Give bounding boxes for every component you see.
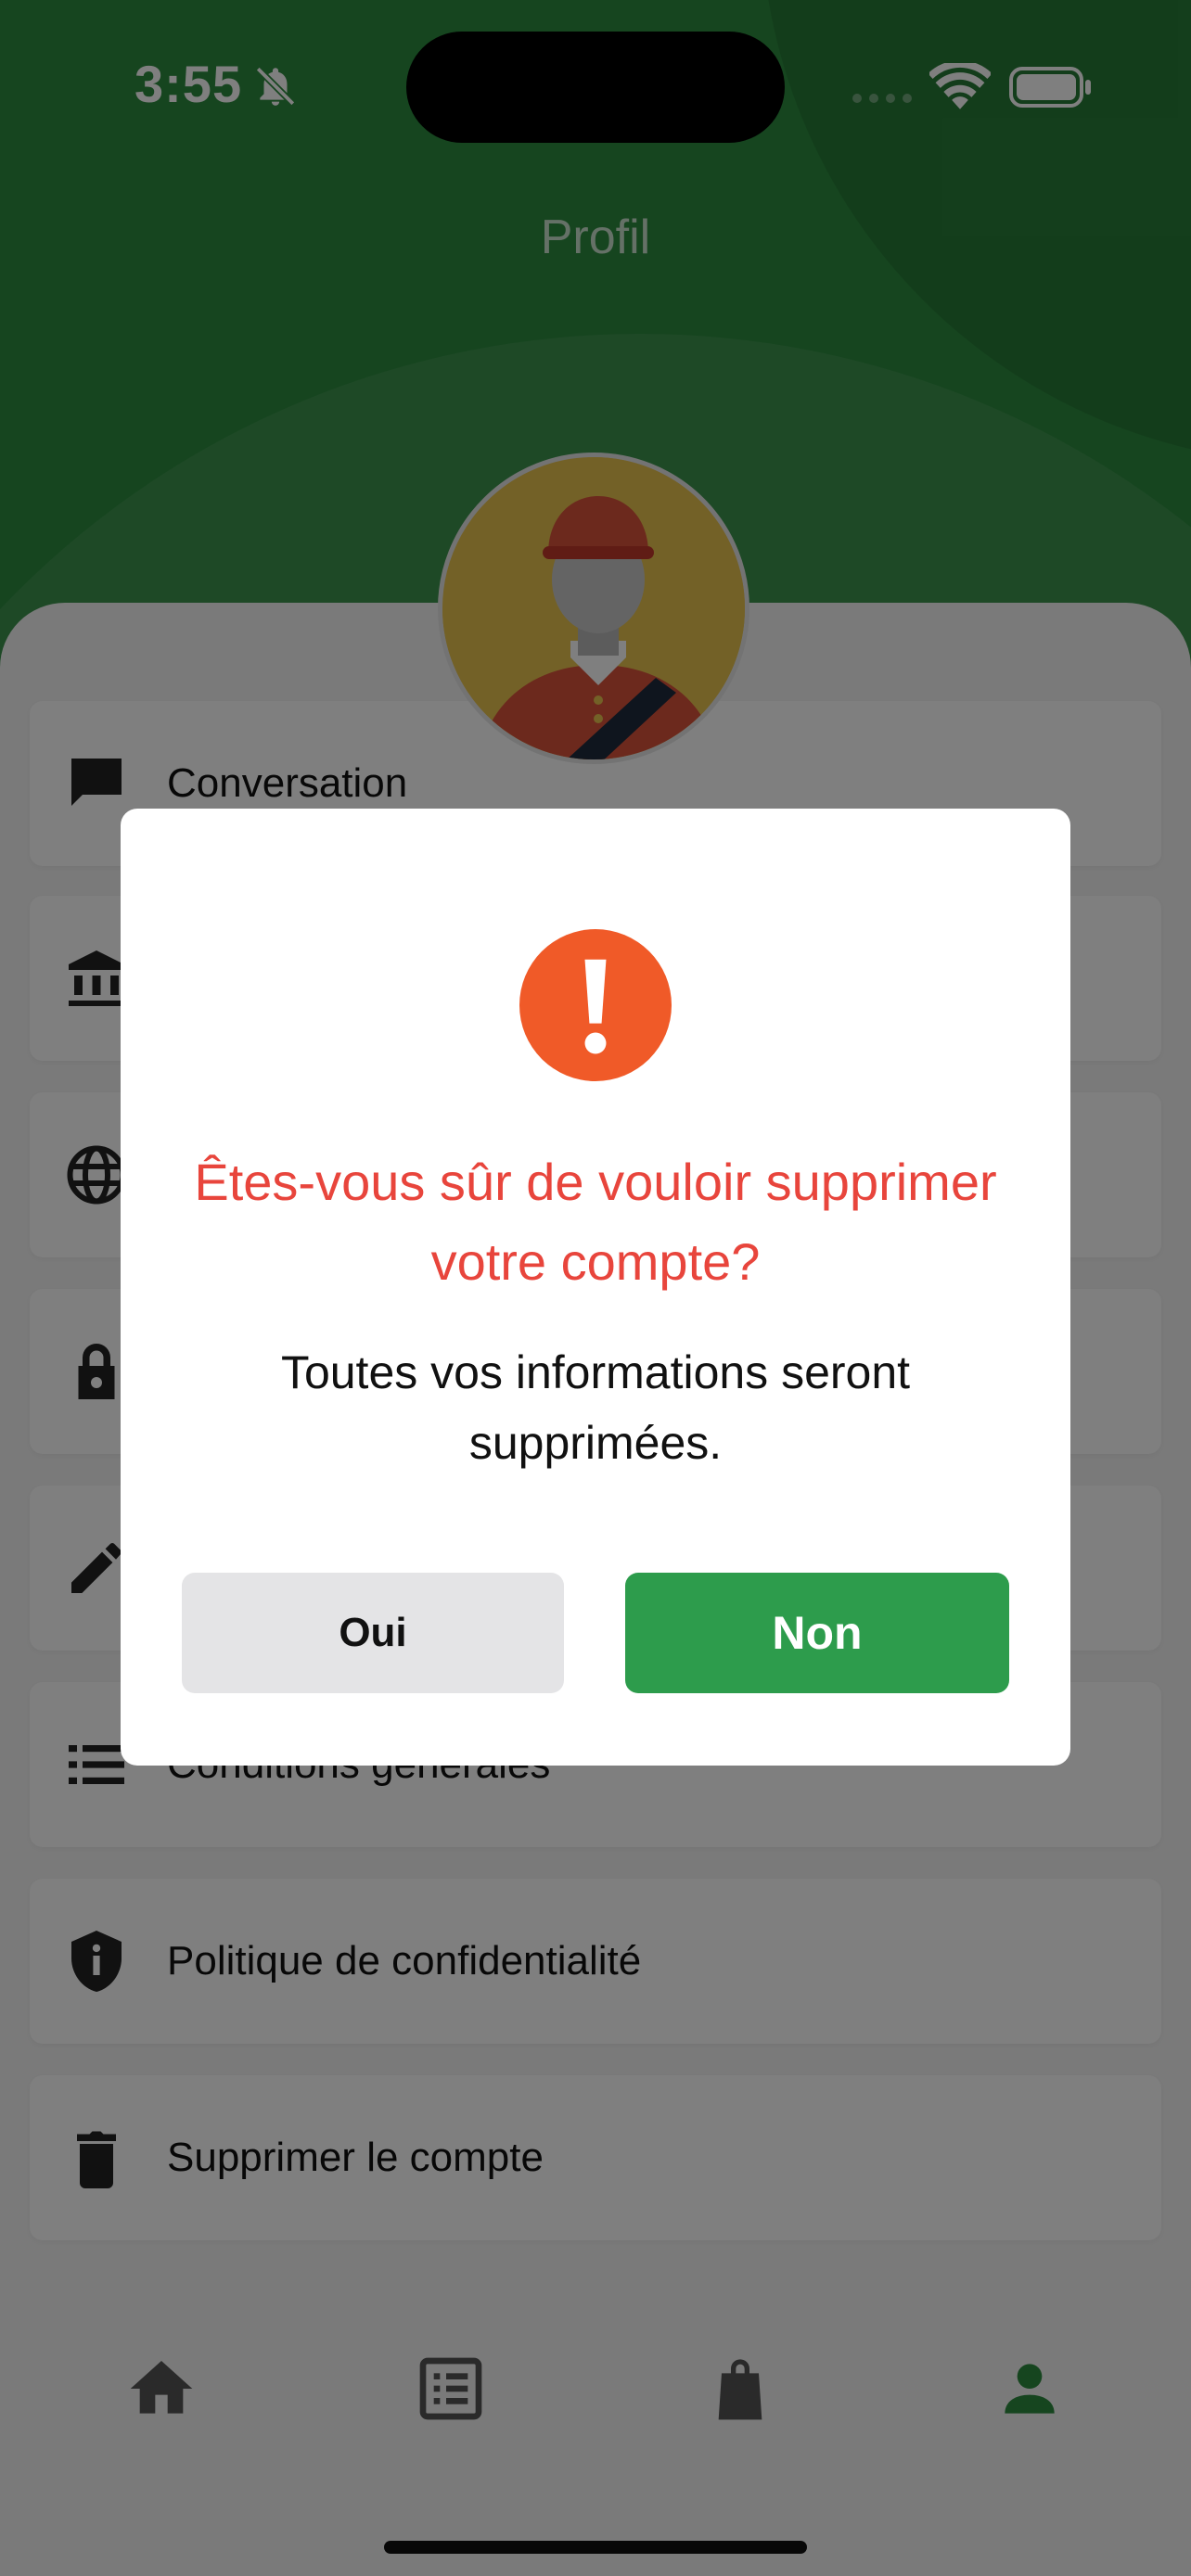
dialog-title: Êtes-vous sûr de vouloir supprimer votre… [194, 1153, 997, 1291]
alert-exclamation-icon [519, 929, 672, 1081]
dialog-message: Toutes vos informations seront supprimée… [280, 1346, 911, 1469]
delete-account-dialog: Êtes-vous sûr de vouloir supprimer votre… [121, 809, 1070, 1766]
cancel-delete-button[interactable]: Non [625, 1573, 1009, 1693]
confirm-delete-button[interactable]: Oui [182, 1573, 564, 1693]
